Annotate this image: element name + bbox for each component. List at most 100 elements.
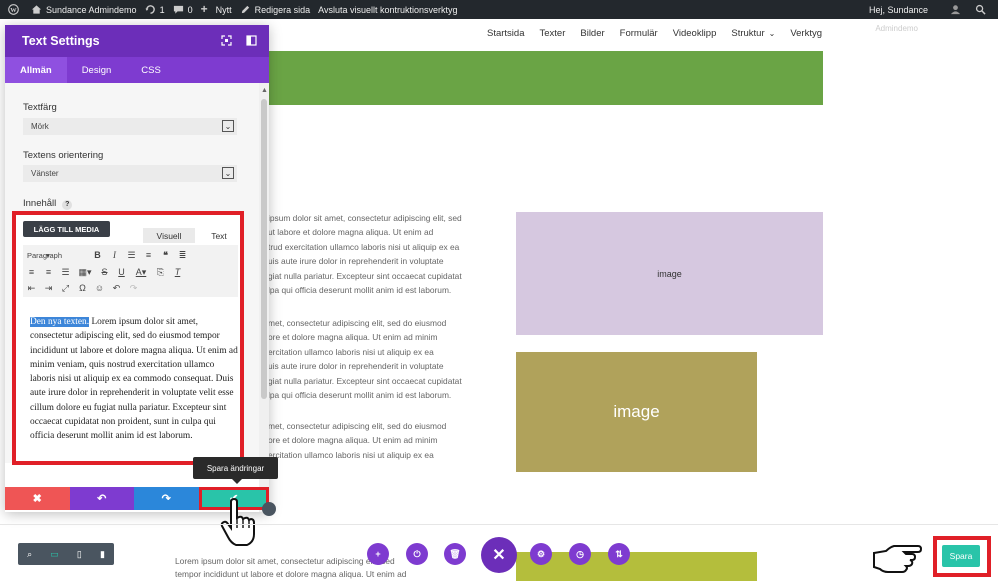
greeting[interactable]: Hej, Sundance <box>869 5 928 15</box>
fullscreen-icon[interactable]: ⤢ <box>57 283 74 294</box>
desktop-view-icon[interactable]: ▭ <box>50 549 59 560</box>
module-handle[interactable] <box>262 502 276 516</box>
add-media-button[interactable]: LÄGG TILL MEDIA <box>23 221 110 237</box>
history-icon: ◷ <box>576 548 584 559</box>
editor-toolbar: Paragraph ▾ B I ☰ ≡ ❝ ≣ ≡ ≡ ☰ ▦▾ S U A▾ … <box>23 245 238 297</box>
emoji-icon[interactable]: ☺ <box>91 283 108 293</box>
special-char-icon[interactable]: Ω <box>74 283 91 293</box>
tab-css[interactable]: CSS <box>126 57 176 83</box>
format-select[interactable]: Paragraph ▾ <box>23 251 89 260</box>
chevron-down-icon: ⌄ <box>222 167 234 179</box>
bold-icon[interactable]: B <box>89 250 106 260</box>
text-block-1[interactable]: ipsum dolor sit amet, consectetur adipis… <box>268 211 483 297</box>
redo-button[interactable]: ↷ <box>134 487 199 510</box>
panel-title: Text Settings <box>22 34 100 48</box>
text-color-select[interactable]: Mörk ⌄ <box>23 118 237 135</box>
updates-link[interactable]: 1 <box>145 4 165 15</box>
text-block-2[interactable]: met, consectetur adipiscing elit, sed do… <box>268 316 483 402</box>
tab-design[interactable]: Design <box>67 57 127 83</box>
nav-item-bilder[interactable]: Bilder <box>580 28 604 39</box>
undo-icon[interactable]: ↶ <box>108 283 125 294</box>
save-button[interactable]: Spara <box>942 545 980 567</box>
undo-button[interactable]: ↶ <box>69 487 134 510</box>
nav-item-texter[interactable]: Texter <box>540 28 566 39</box>
indent-icon[interactable]: ⇥ <box>40 283 57 294</box>
format-select-value: Paragraph <box>27 250 63 260</box>
text-line: uis aute irure dolor in reprehenderit in… <box>268 361 444 372</box>
underline-icon[interactable]: U <box>113 267 130 277</box>
admin-site-link[interactable]: Sundance Admindemo <box>31 4 137 15</box>
numbered-list-icon[interactable]: ≡ <box>140 250 157 260</box>
image-placeholder-1[interactable]: image <box>516 212 823 335</box>
redo-icon[interactable]: ↷ <box>125 283 142 294</box>
nav-item-struktur[interactable]: Struktur ⌄ <box>731 28 775 39</box>
tablet-view-icon[interactable]: ▯ <box>77 549 82 560</box>
avatar-icon[interactable] <box>950 4 961 15</box>
scroll-up-icon[interactable]: ▲ <box>261 87 268 94</box>
settings-button[interactable]: ⚙ <box>530 543 552 565</box>
text-line: ercitation ullamco laboris nisi ut aliqu… <box>268 346 434 357</box>
blockquote-icon[interactable]: ❝ <box>157 250 174 261</box>
outdent-icon[interactable]: ⇤ <box>23 283 40 294</box>
new-label: Nytt <box>215 4 232 15</box>
comments-link[interactable]: 0 <box>173 4 193 15</box>
trash-icon: 🗑 <box>449 548 461 559</box>
panel-tabs: Allmän Design CSS <box>5 57 269 83</box>
tab-text[interactable]: Text <box>200 228 238 243</box>
table-icon[interactable]: ▦▾ <box>74 267 96 278</box>
help-icon[interactable]: ? <box>62 200 73 210</box>
expand-icon[interactable] <box>221 35 232 46</box>
text-line: met, consectetur adipiscing elit, sed do… <box>268 318 447 328</box>
align-justify-icon[interactable]: ☰ <box>57 267 74 278</box>
wordpress-logo-icon[interactable]: W <box>8 4 23 15</box>
nav-item-verktyg[interactable]: Verktyg <box>790 28 822 39</box>
edit-page-link[interactable]: Redigera sida <box>240 4 310 15</box>
image-placeholder-2[interactable]: image <box>516 352 757 472</box>
nav-item-videoklipp[interactable]: Videoklipp <box>673 28 717 39</box>
save-changes-tooltip: Spara ändringar <box>193 457 278 484</box>
sort-arrows-icon: ⇅ <box>615 548 623 559</box>
panel-scrollbar[interactable]: ▲ <box>259 83 269 512</box>
exit-builder-link[interactable]: Avsluta visuellt kontruktionsverktyg <box>318 5 457 15</box>
text-block-3[interactable]: met, consectetur adipiscing elit, sed do… <box>268 419 483 462</box>
site-name: Sundance Admindemo <box>46 4 137 15</box>
power-button[interactable]: ⏻ <box>406 543 428 565</box>
text-color-label: Textfärg <box>23 102 57 113</box>
text-line: lpa qui officia deserunt mollit anim id … <box>268 285 452 296</box>
align-right-icon[interactable]: ≡ <box>40 267 57 277</box>
align-left-icon[interactable]: ≣ <box>174 250 191 261</box>
content-label: Innehåll <box>23 198 57 209</box>
tab-visual[interactable]: Visuell <box>143 228 195 243</box>
strikethrough-icon[interactable]: S <box>96 267 113 277</box>
portability-button[interactable]: ⇅ <box>608 543 630 565</box>
comments-count: 0 <box>187 4 193 15</box>
bullet-list-icon[interactable]: ☰ <box>123 250 140 261</box>
delete-button[interactable]: 🗑 <box>444 543 466 565</box>
close-builder-button[interactable]: ✕ <box>481 537 517 573</box>
search-icon[interactable] <box>975 4 986 15</box>
scrollbar-thumb[interactable] <box>261 99 267 399</box>
sidebar-dock-icon[interactable] <box>246 35 257 46</box>
text-color-icon[interactable]: A▾ <box>130 267 152 278</box>
italic-icon[interactable]: I <box>106 250 123 260</box>
nav-item-startsida[interactable]: Startsida <box>487 28 525 39</box>
zoom-icon[interactable]: ⌕ <box>27 549 32 560</box>
green-section-band <box>268 51 823 105</box>
orientation-value: Vänster <box>31 169 59 178</box>
paste-text-icon[interactable]: ⎘ <box>152 267 169 278</box>
clear-formatting-icon[interactable]: T <box>169 267 186 277</box>
discard-button[interactable]: ✖ <box>5 487 70 510</box>
editor-content[interactable]: Den nya texten. Lorem ipsum dolor sit am… <box>30 315 242 444</box>
phone-view-icon[interactable]: ▮ <box>100 549 105 560</box>
orientation-select[interactable]: Vänster ⌄ <box>23 165 237 182</box>
text-line: ut labore et dolore magna aliqua. Ut eni… <box>268 227 434 238</box>
new-content-link[interactable]: + Nytt <box>201 3 232 15</box>
tab-allman[interactable]: Allmän <box>5 57 67 83</box>
align-center-icon[interactable]: ≡ <box>23 267 40 277</box>
add-section-button[interactable]: + <box>367 543 389 565</box>
panel-header[interactable]: Text Settings <box>5 25 269 57</box>
editor-body-text: Lorem ipsum dolor sit amet, consectetur … <box>30 317 238 442</box>
history-button[interactable]: ◷ <box>569 543 591 565</box>
nav-item-formular[interactable]: Formulär <box>620 28 658 39</box>
exit-builder-label: Avsluta visuellt kontruktionsverktyg <box>318 4 458 15</box>
